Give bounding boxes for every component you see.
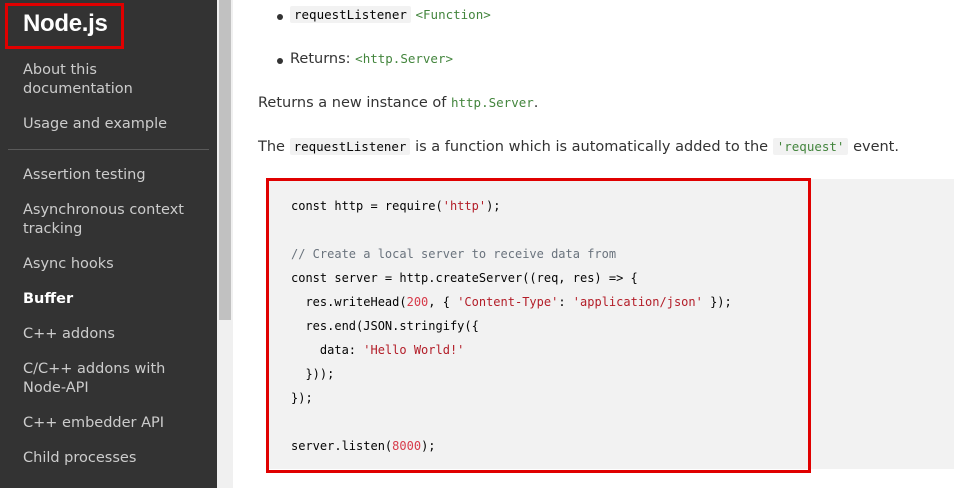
code-comment: // Create a local server to receive data… bbox=[291, 247, 617, 261]
sidebar-item-buffer[interactable]: Buffer bbox=[23, 290, 213, 309]
code-line: res.writeHead(200, { 'Content-Type': 'ap… bbox=[291, 295, 732, 309]
sidebar-item-about[interactable]: About this documentation bbox=[23, 61, 213, 99]
code-line: const http = require('http'); bbox=[291, 199, 501, 213]
sidebar-item-node-api[interactable]: C/C++ addons with Node-API bbox=[23, 360, 213, 398]
nodejs-logo[interactable]: Node.js bbox=[23, 10, 108, 38]
paragraph-returns: Returns a new instance of http.Server. bbox=[258, 95, 539, 111]
sidebar-item-cpp-addons[interactable]: C++ addons bbox=[23, 325, 213, 344]
code-line: const server = http.createServer((req, r… bbox=[291, 271, 638, 285]
code-line: }); bbox=[291, 391, 313, 405]
param-request-listener: requestListener <Function> bbox=[290, 6, 491, 23]
bullet-icon bbox=[277, 14, 283, 20]
code-line: data: 'Hello World!' bbox=[291, 343, 465, 357]
code-line: server.listen(8000); bbox=[291, 439, 436, 453]
sidebar-item-async-context[interactable]: Asynchronous context tracking bbox=[23, 201, 213, 239]
sidebar-item-assertion[interactable]: Assertion testing bbox=[23, 166, 213, 185]
type-link-function[interactable]: <Function> bbox=[416, 7, 491, 22]
paragraph-request-listener: The requestListener is a function which … bbox=[258, 138, 899, 155]
type-link-http-server[interactable]: <http.Server> bbox=[355, 51, 453, 66]
link-http-server[interactable]: http.Server bbox=[451, 95, 534, 110]
code-line: })); bbox=[291, 367, 335, 381]
returns-line: Returns: <http.Server> bbox=[290, 51, 454, 67]
sidebar-item-child-processes[interactable]: Child processes bbox=[23, 449, 213, 468]
bullet-icon bbox=[277, 58, 283, 64]
sidebar: Node.js About this documentation Usage a… bbox=[0, 0, 217, 488]
sidebar-item-usage[interactable]: Usage and example bbox=[23, 115, 213, 134]
sidebar-item-async-hooks[interactable]: Async hooks bbox=[23, 255, 213, 274]
sidebar-item-embedder-api[interactable]: C++ embedder API bbox=[23, 414, 213, 433]
sidebar-scrollbar-thumb[interactable] bbox=[219, 0, 231, 320]
code-line: res.end(JSON.stringify({ bbox=[291, 319, 479, 333]
sidebar-divider bbox=[8, 149, 209, 150]
